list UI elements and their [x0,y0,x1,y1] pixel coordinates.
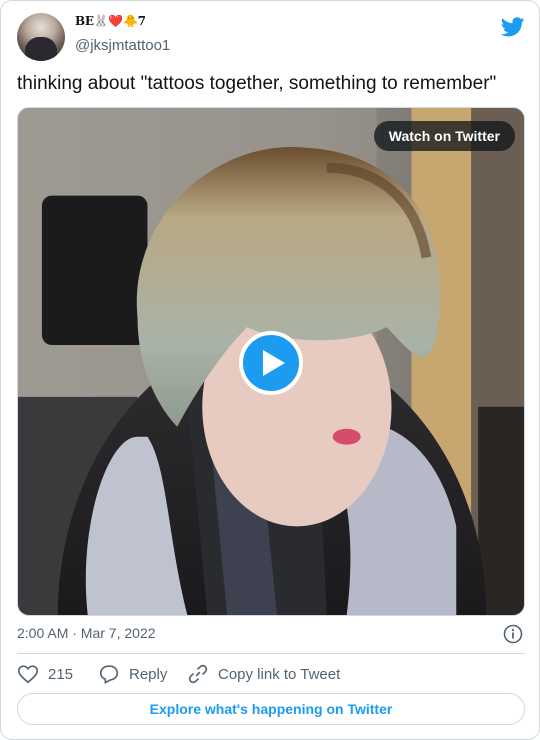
tweet-meta: 2:00 AM · Mar 7, 2022 [17,623,525,645]
tweet-card: BE🐰❤️🐥7 @jksjmtattoo1 thinking about "ta… [0,0,540,740]
explore-twitter-button[interactable]: Explore what's happening on Twitter [17,693,525,725]
info-icon[interactable] [503,624,523,644]
author-name[interactable]: BE🐰❤️🐥7 [75,14,146,34]
divider [17,653,525,654]
copy-link-label: Copy link to Tweet [218,665,341,683]
reply-icon [99,665,119,684]
tweet-text: thinking about "tattoos together, someth… [17,73,497,94]
watch-on-twitter-button[interactable]: Watch on Twitter [373,121,515,151]
like-count: 215 [48,665,74,683]
tweet-header: BE🐰❤️🐥7 @jksjmtattoo1 [17,13,525,61]
timestamp[interactable]: 2:00 AM · Mar 7, 2022 [17,625,156,641]
link-icon [188,664,208,684]
reply-label: Reply [129,665,168,683]
play-button[interactable] [239,331,303,395]
play-icon [263,350,285,376]
heart-icon [18,665,38,684]
copy-link-button[interactable]: Copy link to Tweet [187,661,340,687]
reply-button[interactable]: Reply [98,661,167,687]
avatar[interactable] [17,13,65,61]
action-bar: 215 Reply Copy link to Tweet [17,661,525,687]
twitter-bird-icon[interactable] [501,15,525,39]
video-thumbnail[interactable]: Watch on Twitter [17,107,525,616]
like-button[interactable]: 215 [17,661,73,687]
author-handle[interactable]: @jksjmtattoo1 [75,37,170,54]
